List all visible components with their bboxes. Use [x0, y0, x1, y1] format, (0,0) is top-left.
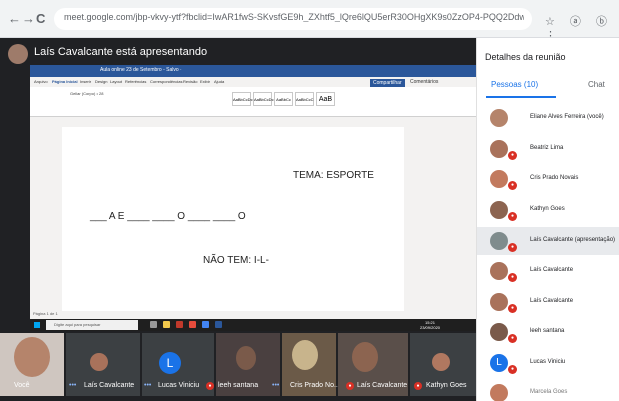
tile-name: Kathyn Goes [426, 382, 467, 389]
avatar: L [159, 352, 181, 374]
mic-off-icon: ● [508, 212, 517, 221]
mic-off-icon: ● [508, 334, 517, 343]
word-titlebar [30, 65, 476, 77]
participant-name[interactable]: Lucas Viniciu [530, 359, 565, 365]
mic-off-icon: ● [508, 304, 517, 313]
participant-video [352, 342, 378, 372]
chrome-icon[interactable] [202, 321, 209, 328]
meeting-details-panel [476, 38, 619, 401]
avatar [490, 140, 508, 158]
mic-off-icon: ● [508, 365, 517, 374]
participant-name[interactable]: Marcela Goes [530, 389, 567, 395]
style-title[interactable]: AaB [316, 92, 335, 106]
avatar [490, 293, 508, 311]
tab-chat[interactable]: Chat [588, 80, 605, 89]
tab-design[interactable]: Design [95, 79, 107, 84]
avatar [490, 232, 508, 250]
tile-name: Você [14, 382, 30, 389]
meet-screen: ← → C meet.google.com/jbp-vkvy-ytf?fbcli… [0, 0, 619, 401]
avatar [490, 384, 508, 401]
avatar [432, 353, 450, 371]
tile-name: Lucas Viniciu [158, 382, 200, 389]
tile-name: Laís Cavalcante [357, 382, 408, 389]
tab-layout[interactable]: Layout [110, 79, 122, 84]
style-no-spacing[interactable]: AaBbCcDc [253, 92, 274, 106]
avatar [90, 353, 108, 371]
file-explorer-icon[interactable] [163, 321, 170, 328]
participant-name[interactable]: Laís Cavalcante (apresentação) [530, 237, 615, 243]
ribbon-group-labels [30, 117, 476, 124]
taskbar-search[interactable]: Digite aqui para pesquisar [46, 320, 138, 330]
tab-arquivo[interactable]: Arquivo [34, 79, 48, 84]
tab-revisao[interactable]: Revisão [183, 79, 197, 84]
presenter-avatar [8, 44, 28, 64]
presenter-title: Laís Cavalcante está apresentando [34, 46, 208, 58]
office-icon[interactable] [189, 321, 196, 328]
style-normal[interactable]: AaBbCcDc [232, 92, 253, 106]
active-tab-indicator [486, 96, 556, 98]
forward-icon[interactable]: → [22, 12, 35, 26]
avatar [490, 262, 508, 280]
share-button[interactable]: Compartilhar [370, 79, 405, 87]
reload-icon[interactable]: C [36, 12, 45, 26]
page-count: Página 1 de 1 [33, 311, 58, 316]
mic-off-icon: ● [508, 273, 517, 282]
participant-name[interactable]: Kathyn Goes [530, 206, 565, 212]
app-icon[interactable] [176, 321, 183, 328]
mic-off-icon: ● [508, 243, 517, 252]
doc-nao-tem: NÃO TEM: I-L- [203, 255, 269, 266]
font-selector[interactable]: Gellar (Corpo) • 28 [70, 91, 103, 96]
taskbar-clock: 15:21 23/09/2020 [420, 320, 441, 330]
more-icon[interactable]: ••• [144, 382, 151, 389]
mic-off-icon: ● [414, 382, 422, 390]
comments-button[interactable]: Comentários [410, 79, 438, 85]
participant-name[interactable]: leeh santana [530, 328, 564, 334]
participant-video [236, 346, 256, 370]
mic-off-icon: ● [346, 382, 354, 390]
tab-pagina-inicial[interactable]: Página Inicial [52, 79, 78, 84]
style-heading-2[interactable]: AaBbCcC [295, 92, 314, 106]
more-icon[interactable]: ••• [69, 382, 76, 389]
word-document-title: Aula online 23 de Setembro - Salvo · [100, 67, 182, 73]
back-icon[interactable]: ← [8, 12, 21, 26]
self-video [14, 337, 50, 377]
tab-exibir[interactable]: Exibir [200, 79, 210, 84]
tab-correspondencias[interactable]: Correspondências [150, 79, 182, 84]
tile-name: Laís Cavalcante [84, 382, 135, 389]
address-bar-url: meet.google.com/jbp-vkvy-ytf?fbclid=IwAR… [64, 12, 524, 22]
participant-video [292, 340, 318, 370]
mic-off-icon: ● [206, 382, 214, 390]
doc-blanks: ___ A E ____ ____ O ____ ____ O [90, 211, 246, 222]
avatar [490, 109, 508, 127]
participant-name[interactable]: Laís Cavalcante [530, 267, 573, 273]
avatar [490, 201, 508, 219]
tile-name: Cris Prado No... [290, 382, 340, 389]
tab-people[interactable]: Pessoas (10) [491, 80, 538, 89]
style-heading-1[interactable]: AaBbCc [274, 92, 293, 106]
task-view-icon[interactable] [150, 321, 157, 328]
word-icon[interactable] [215, 321, 222, 328]
participant-name[interactable]: Beatriz Lima [530, 145, 563, 151]
avatar [490, 323, 508, 341]
tab-inserir[interactable]: Inserir [80, 79, 91, 84]
panel-title: Detalhes da reunião [485, 52, 566, 62]
tab-ajuda[interactable]: Ajuda [214, 79, 224, 84]
mic-off-icon: ● [508, 181, 517, 190]
avatar [490, 170, 508, 188]
windows-start-icon[interactable] [34, 322, 40, 328]
mic-off-icon: ● [508, 151, 517, 160]
participant-name[interactable]: Laís Cavalcante [530, 298, 573, 304]
doc-tema: TEMA: ESPORTE [293, 170, 374, 181]
tile-name: leeh santana [218, 382, 259, 389]
participant-name[interactable]: Eliane Alves Ferreira (você) [530, 114, 604, 120]
tab-referencias[interactable]: Referências [125, 79, 146, 84]
participant-name[interactable]: Cris Prado Novais [530, 175, 578, 181]
avatar: L [490, 354, 508, 372]
more-icon[interactable]: ••• [272, 382, 279, 389]
word-status-bar [30, 311, 476, 319]
